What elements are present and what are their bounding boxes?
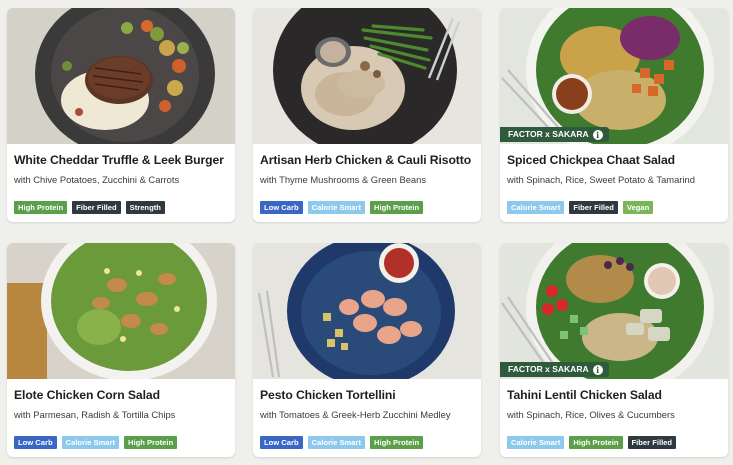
partner-badge-label: FACTOR x SAKARA bbox=[508, 364, 589, 374]
meal-subtitle: with Spinach, Rice, Olives & Cucumbers bbox=[507, 409, 675, 420]
tag-list: High Protein Fiber Filled Strength bbox=[14, 201, 228, 214]
meal-card-elote-chicken-corn[interactable]: Elote Chicken Corn Salad with Parmesan, … bbox=[7, 243, 235, 457]
tag-badge: High Protein bbox=[14, 201, 68, 214]
meal-title[interactable]: Elote Chicken Corn Salad bbox=[14, 388, 228, 402]
chicken-risotto-photo[interactable] bbox=[253, 8, 481, 144]
tag-list: Calorie Smart Fiber Filled Vegan bbox=[507, 201, 721, 214]
meal-title[interactable]: Pesto Chicken Tortellini bbox=[260, 388, 474, 402]
tag-badge: Vegan bbox=[622, 201, 654, 214]
tag-badge: Low Carb bbox=[14, 436, 57, 449]
partner-badge[interactable]: FACTOR x SAKARA i bbox=[500, 362, 609, 377]
tag-badge: High Protein bbox=[569, 436, 623, 449]
partner-badge-label: FACTOR x SAKARA bbox=[508, 129, 589, 139]
info-icon[interactable]: i bbox=[592, 364, 603, 375]
meal-subtitle: with Thyme Mushrooms & Green Beans bbox=[260, 174, 427, 185]
meal-title[interactable]: White Cheddar Truffle & Leek Burger bbox=[14, 153, 228, 167]
tag-badge: Calorie Smart bbox=[307, 436, 365, 449]
meal-title[interactable]: Tahini Lentil Chicken Salad bbox=[507, 388, 721, 402]
corn-salad-photo[interactable] bbox=[7, 243, 235, 379]
meal-title[interactable]: Artisan Herb Chicken & Cauli Risotto bbox=[260, 153, 474, 167]
tortellini-photo[interactable] bbox=[253, 243, 481, 379]
tag-badge: Fiber Filled bbox=[569, 201, 618, 214]
tag-list: Low Carb Calorie Smart High Protein bbox=[14, 436, 228, 449]
tag-badge: Strength bbox=[125, 201, 165, 214]
partner-badge[interactable]: FACTOR x SAKARA i bbox=[500, 127, 609, 142]
meal-card-tahini-lentil-chicken[interactable]: FACTOR x SAKARA i Tahini Lentil Chicken … bbox=[500, 243, 728, 457]
burger-plate-photo[interactable] bbox=[7, 8, 235, 144]
lentil-salad-photo[interactable]: FACTOR x SAKARA i bbox=[500, 243, 728, 379]
tag-badge: Calorie Smart bbox=[61, 436, 119, 449]
meal-card-artisan-herb-chicken[interactable]: Artisan Herb Chicken & Cauli Risotto wit… bbox=[253, 8, 481, 222]
tag-badge: Calorie Smart bbox=[507, 201, 565, 214]
meal-subtitle: with Chive Potatoes, Zucchini & Carrots bbox=[14, 174, 180, 185]
tag-badge: High Protein bbox=[370, 201, 424, 214]
info-icon[interactable]: i bbox=[592, 129, 603, 140]
meal-card-pesto-chicken-tortellini[interactable]: Pesto Chicken Tortellini with Tomatoes &… bbox=[253, 243, 481, 457]
tag-badge: Fiber Filled bbox=[72, 201, 121, 214]
tag-badge: High Protein bbox=[124, 436, 178, 449]
meal-card-spiced-chickpea-chaat[interactable]: FACTOR x SAKARA i Spiced Chickpea Chaat … bbox=[500, 8, 728, 222]
tag-list: Low Carb Calorie Smart High Protein bbox=[260, 436, 474, 449]
tag-badge: High Protein bbox=[370, 436, 424, 449]
tag-badge: Calorie Smart bbox=[507, 436, 565, 449]
meal-card-white-cheddar-burger[interactable]: White Cheddar Truffle & Leek Burger with… bbox=[7, 8, 235, 222]
tag-badge: Fiber Filled bbox=[627, 436, 677, 449]
meal-subtitle: with Spinach, Rice, Sweet Potato & Tamar… bbox=[507, 174, 695, 185]
chickpea-salad-photo[interactable]: FACTOR x SAKARA i bbox=[500, 8, 728, 144]
meal-subtitle: with Parmesan, Radish & Tortilla Chips bbox=[14, 409, 176, 420]
tag-list: Low Carb Calorie Smart High Protein bbox=[260, 201, 474, 214]
tag-list: Calorie Smart High Protein Fiber Filled bbox=[507, 436, 721, 449]
tag-badge: Low Carb bbox=[260, 436, 303, 449]
meal-subtitle: with Tomatoes & Greek-Herb Zucchini Medl… bbox=[260, 409, 451, 420]
tag-badge: Calorie Smart bbox=[307, 201, 365, 214]
meal-title[interactable]: Spiced Chickpea Chaat Salad bbox=[507, 153, 721, 167]
tag-badge: Low Carb bbox=[260, 201, 303, 214]
